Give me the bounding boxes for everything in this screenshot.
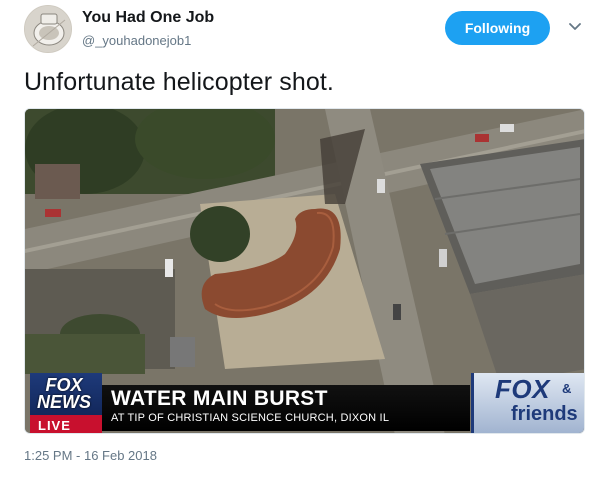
live-badge: LIVE	[30, 415, 102, 433]
tweet-media-image[interactable]: FOX NEWS LIVE WATER MAIN BURST AT TIP OF…	[24, 108, 585, 434]
tweet-text: Unfortunate helicopter shot.	[24, 68, 334, 96]
fox-news-logo-text: FOX NEWS	[37, 375, 91, 412]
chyron-headline: WATER MAIN BURST	[111, 387, 328, 410]
show-logo-friends: friends	[511, 403, 578, 425]
show-logo-fox: FOX	[495, 374, 550, 404]
show-logo-amp: &	[562, 381, 572, 396]
avatar[interactable]	[24, 5, 72, 53]
author-name[interactable]: You Had One Job	[82, 9, 214, 27]
tweet-timestamp[interactable]: 1:25 PM - 16 Feb 2018	[24, 448, 157, 463]
following-button[interactable]: Following	[445, 11, 550, 45]
author-handle[interactable]: @_youhadonejob1	[82, 33, 191, 48]
chyron-subheadline: AT TIP OF CHRISTIAN SCIENCE CHURCH, DIXO…	[111, 412, 390, 424]
tweet-card: You Had One Job @_youhadonejob1 Followin…	[0, 0, 607, 477]
chevron-down-icon[interactable]	[566, 18, 584, 36]
avatar-toilet-icon	[25, 6, 71, 52]
